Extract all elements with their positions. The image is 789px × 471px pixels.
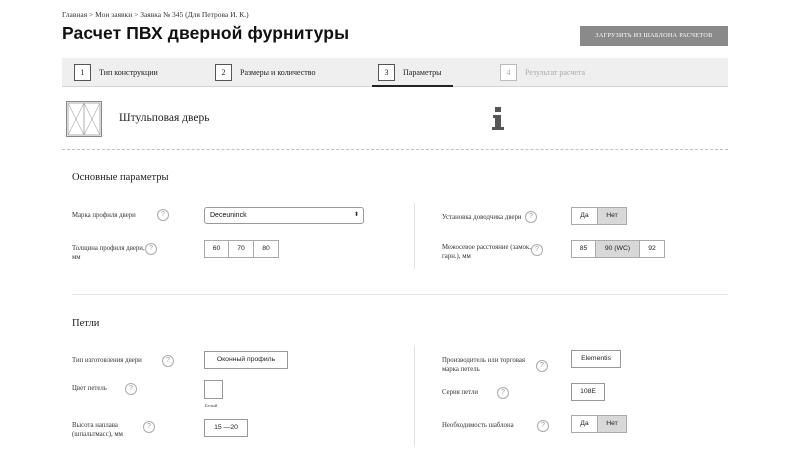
template-needed-toggle: Да Нет [571,415,627,433]
info-icon[interactable] [491,107,505,131]
profile-brand-select[interactable]: Deceuninck ⬍ [204,207,364,224]
hinge-color-caption: Белый [205,403,218,408]
question-icon[interactable]: ? [537,420,549,432]
steps-bar: 1 Тип конструкции 2 Размеры и количество… [62,58,728,87]
hinge-series-label: Серия петли [442,389,478,396]
step-number: 3 [378,64,395,81]
axis-option-85[interactable]: 85 [572,241,596,257]
closer-toggle: Да Нет [571,207,627,225]
column-divider [414,203,415,269]
question-icon[interactable]: ? [157,209,169,221]
hinge-series-field[interactable]: 108E [571,383,605,401]
select-arrows-icon: ⬍ [353,212,359,218]
question-icon[interactable]: ? [536,360,548,372]
construction-type-label: Штульповая дверь [119,112,210,124]
template-needed-label: Необходимость шаблона [442,422,514,429]
step-label: Параметры [403,68,442,77]
axis-distance-selector: 85 90 (WC) 92 [571,240,665,258]
hinge-color-label: Цвет петель [72,385,107,392]
step-number: 1 [74,64,91,81]
step-construction-type[interactable]: 1 Тип конструкции [74,64,158,81]
question-icon[interactable]: ? [525,211,537,223]
basic-params-title: Основные параметры [72,172,169,183]
step-label: Тип конструкции [99,68,158,77]
step-label: Результат расчета [525,68,586,77]
question-icon[interactable]: ? [497,387,509,399]
section-divider [72,294,728,295]
hinge-color-swatch[interactable] [204,380,223,399]
axis-option-90wc[interactable]: 90 (WC) [596,241,640,257]
step-result[interactable]: 4 Результат расчета [500,64,585,81]
overlap-height-label: Высота наплава (шпальтмасс), мм [72,422,123,438]
column-divider [414,346,415,446]
thickness-option-60[interactable]: 60 [205,241,229,257]
template-yes-option[interactable]: Да [572,416,598,432]
door-thumbnail-icon [66,101,102,137]
template-no-option[interactable]: Нет [598,416,626,432]
overlap-height-field[interactable]: 15 —20 [204,419,248,437]
closer-yes-option[interactable]: Да [572,208,598,224]
question-icon[interactable]: ? [531,244,543,256]
profile-thickness-selector: 60 70 80 [204,240,279,258]
thickness-option-70[interactable]: 70 [229,241,254,257]
section-divider [62,149,728,150]
question-icon[interactable]: ? [125,383,137,395]
manufacturer-label: Производитель или торговая марка петель [442,357,525,373]
hinges-title: Петли [72,318,100,329]
axis-distance-label: Межосевое расстояние (замок, гарн.), мм [442,244,531,260]
door-type-label: Тип изготовления двери [72,357,142,364]
step-dimensions-quantity[interactable]: 2 Размеры и количество [215,64,316,81]
question-icon[interactable]: ? [143,421,155,433]
thickness-option-80[interactable]: 80 [254,241,278,257]
breadcrumb[interactable]: Главная > Мои заявки > Заявка № 345 (Для… [62,10,249,19]
question-icon[interactable]: ? [162,355,174,367]
step-label: Размеры и количество [240,68,316,77]
door-type-field[interactable]: Оконный профиль [204,351,288,369]
page-title: Расчет ПВХ дверной фурнитуры [62,23,350,43]
active-step-underline [372,85,453,87]
question-icon[interactable]: ? [145,243,157,255]
profile-thickness-label: Толщина профиля двери, мм [72,245,145,261]
manufacturer-field[interactable]: Elementis [571,350,621,368]
closer-no-option[interactable]: Нет [598,208,626,224]
step-number: 4 [500,64,517,81]
profile-brand-value: Deceuninck [210,212,247,219]
step-parameters[interactable]: 3 Параметры [378,64,441,81]
load-from-template-button[interactable]: ЗАГРУЗИТЬ ИЗ ШАБЛОНА РАСЧЕТОВ [580,26,728,46]
step-number: 2 [215,64,232,81]
axis-option-92[interactable]: 92 [640,241,664,257]
